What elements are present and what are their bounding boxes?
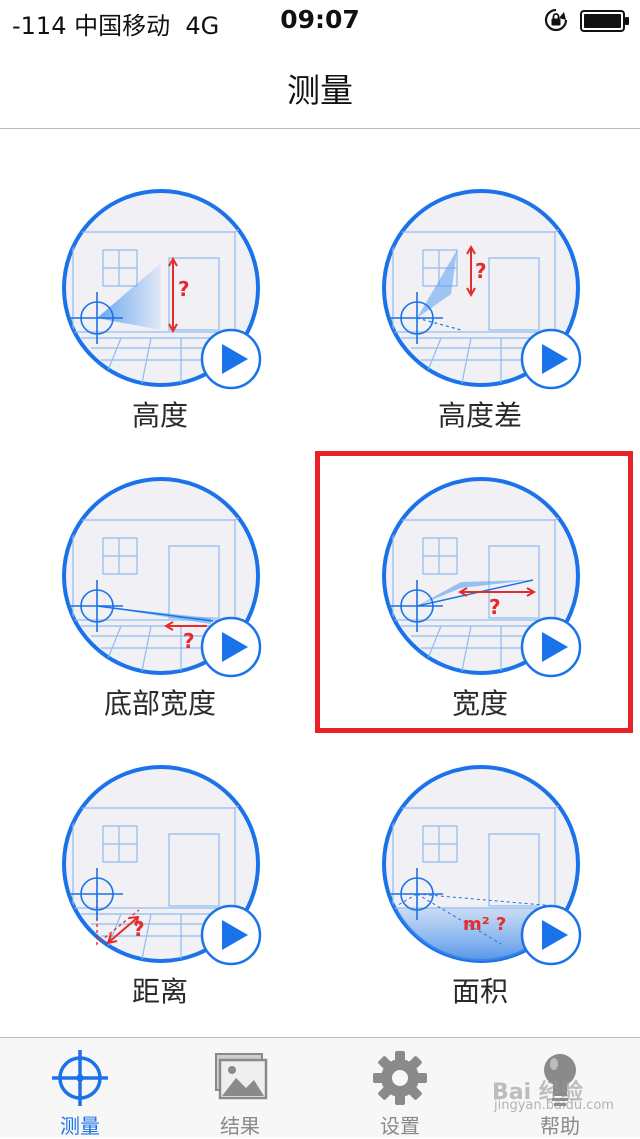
play-icon[interactable] [200, 616, 262, 678]
gear-icon [373, 1051, 427, 1105]
measure-bottom-width-tile[interactable]: ? 底部宽度 [0, 416, 320, 720]
battery-icon [580, 10, 629, 32]
play-icon[interactable] [200, 904, 262, 966]
svg-text:?: ? [183, 629, 195, 653]
measure-distance-tile[interactable]: ? 距离 [0, 704, 320, 1008]
svg-text:?: ? [133, 917, 145, 941]
tab-measure[interactable]: 测量 [0, 1038, 160, 1138]
tile-label: 面积 [451, 975, 508, 1008]
play-icon[interactable] [520, 328, 582, 390]
tab-label: 测量 [60, 1114, 100, 1138]
tab-settings[interactable]: 设置 [320, 1038, 480, 1138]
highlight-box [315, 451, 633, 733]
measure-area-tile[interactable]: m² ? 面积 [320, 704, 640, 1008]
svg-text:?: ? [178, 277, 190, 301]
crosshair-icon [52, 1050, 108, 1106]
tile-label: 距离 [131, 975, 188, 1008]
tab-label: 设置 [380, 1114, 420, 1138]
photos-icon [215, 1053, 268, 1100]
svg-text:?: ? [475, 259, 487, 283]
rotation-lock-icon [544, 8, 568, 32]
measure-height-difference-tile[interactable]: ? 高度差 [320, 128, 640, 432]
tab-label: 结果 [220, 1114, 260, 1138]
play-icon[interactable] [200, 328, 262, 390]
svg-text:m² ?: m² ? [463, 914, 506, 935]
status-bar: -114 中国移动 4G 09:07 [0, 0, 640, 40]
measure-height-tile[interactable]: ? 高度 [0, 128, 320, 432]
tab-label: 帮助 [540, 1114, 580, 1138]
tab-results[interactable]: 结果 [160, 1038, 320, 1138]
play-icon[interactable] [520, 904, 582, 966]
watermark-url: jingyan.baidu.com [494, 1098, 614, 1113]
page-title: 测量 [287, 71, 353, 110]
